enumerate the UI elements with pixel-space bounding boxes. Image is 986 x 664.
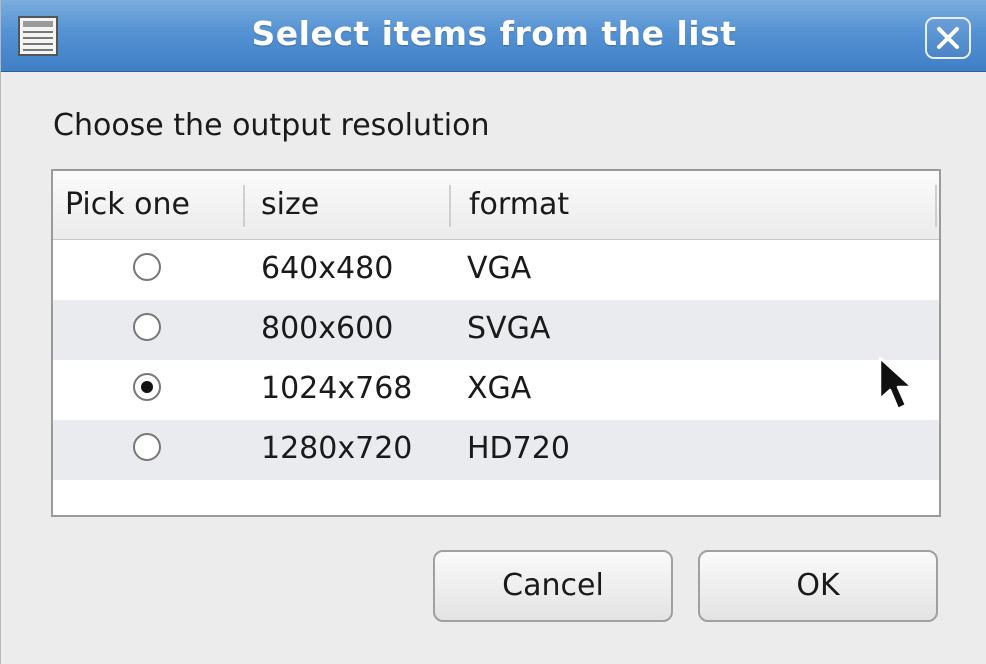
resolution-list[interactable]: Pick one size format 640x480 VGA 800x600… (51, 169, 941, 517)
column-header-pick[interactable]: Pick one (65, 187, 190, 222)
column-separator[interactable] (935, 185, 937, 227)
list-header: Pick one size format (53, 171, 939, 240)
list-row[interactable]: 1280x720 HD720 (53, 420, 939, 480)
format-cell: HD720 (467, 431, 570, 466)
ok-button[interactable]: OK (698, 550, 938, 622)
cancel-button[interactable]: Cancel (433, 550, 673, 622)
list-row[interactable]: 800x600 SVGA (53, 300, 939, 360)
radio-button[interactable] (133, 433, 161, 461)
close-button[interactable] (925, 17, 971, 59)
dialog-window: Select items from the list Choose the ou… (0, 0, 986, 664)
list-row[interactable]: 640x480 VGA (53, 240, 939, 300)
list-row[interactable]: 1024x768 XGA (53, 360, 939, 420)
column-header-format[interactable]: format (469, 187, 569, 222)
size-cell: 1280x720 (261, 431, 413, 466)
format-cell: XGA (467, 371, 532, 406)
radio-button[interactable] (133, 253, 161, 281)
radio-button-selected[interactable] (133, 373, 161, 401)
size-cell: 640x480 (261, 251, 394, 286)
title-bar[interactable]: Select items from the list (1, 0, 986, 72)
column-separator[interactable] (243, 185, 245, 227)
format-cell: VGA (467, 251, 532, 286)
size-cell: 800x600 (261, 311, 394, 346)
radio-selected-dot (141, 381, 153, 393)
window-title: Select items from the list (251, 14, 737, 53)
column-header-size[interactable]: size (261, 187, 319, 222)
radio-button[interactable] (133, 313, 161, 341)
close-icon (937, 27, 959, 49)
format-cell: SVGA (467, 311, 551, 346)
prompt-label: Choose the output resolution (53, 108, 490, 143)
size-cell: 1024x768 (261, 371, 413, 406)
column-separator[interactable] (449, 185, 451, 227)
mouse-pointer-icon (877, 355, 921, 419)
